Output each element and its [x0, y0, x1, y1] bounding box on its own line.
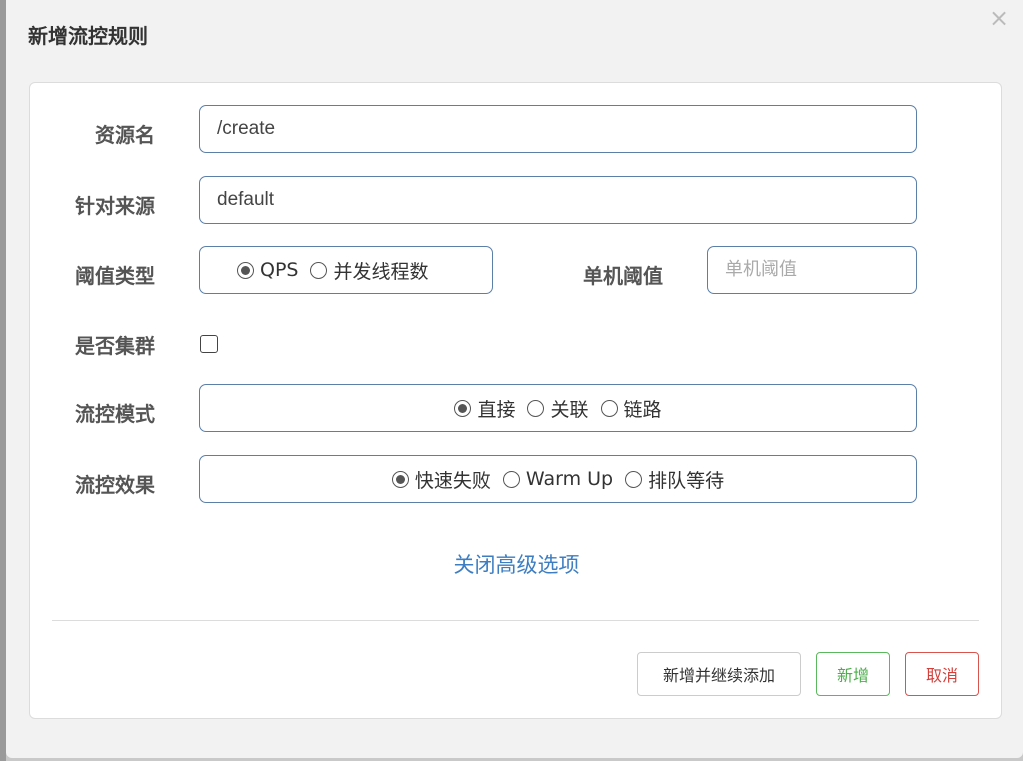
close-icon[interactable]: × — [987, 4, 1011, 32]
radio-option-queue[interactable]: 排队等待 — [625, 466, 724, 493]
control-mode-group: 直接 关联 链路 — [199, 384, 917, 432]
radio-direct-icon[interactable] — [454, 399, 472, 417]
origin-input[interactable] — [199, 176, 917, 224]
form-panel: 资源名 针对来源 阈值类型 QPS 并发线程数 单机阈值 是否集群 — [29, 82, 1002, 719]
radio-queue-label: 排队等待 — [648, 469, 725, 492]
threshold-type-label: 阈值类型 — [75, 264, 155, 288]
modal-title: 新增流控规则 — [28, 24, 148, 48]
add-button[interactable]: 新增 — [816, 652, 890, 696]
radio-option-direct[interactable]: 直接 — [454, 395, 515, 422]
radio-warm-up-label: Warm Up — [525, 468, 614, 490]
radio-qps-icon[interactable] — [237, 261, 254, 279]
resource-label: 资源名 — [95, 123, 155, 147]
radio-fast-fail-label: 快速失败 — [414, 469, 491, 492]
flow-rule-modal: 新增流控规则 × 资源名 针对来源 阈值类型 QPS 并发线程数 单机阈值 — [6, 0, 1023, 758]
origin-label: 针对来源 — [75, 194, 155, 218]
cluster-checkbox[interactable] — [200, 335, 218, 353]
resource-input[interactable] — [199, 105, 917, 153]
radio-option-relate[interactable]: 关联 — [527, 395, 589, 422]
radio-option-qps[interactable]: QPS — [237, 259, 298, 281]
add-and-continue-button[interactable]: 新增并继续添加 — [637, 652, 801, 696]
radio-threads-label: 并发线程数 — [333, 260, 429, 283]
cluster-label: 是否集群 — [75, 334, 155, 358]
single-threshold-input[interactable] — [707, 246, 917, 294]
radio-option-fast-fail[interactable]: 快速失败 — [391, 466, 491, 493]
radio-relate-icon[interactable] — [527, 399, 545, 417]
radio-chain-label: 链路 — [623, 398, 662, 421]
control-mode-label: 流控模式 — [75, 402, 155, 426]
cancel-button[interactable]: 取消 — [905, 652, 979, 696]
threshold-type-group: QPS 并发线程数 — [199, 246, 493, 294]
advanced-options-toggle[interactable]: 关闭高级选项 — [30, 549, 1003, 579]
control-effect-label: 流控效果 — [75, 473, 155, 497]
radio-relate-label: 关联 — [550, 398, 589, 421]
radio-option-warm-up[interactable]: Warm Up — [502, 468, 614, 490]
radio-threads-icon[interactable] — [310, 261, 328, 279]
radio-chain-icon[interactable] — [600, 399, 618, 417]
control-effect-group: 快速失败 Warm Up 排队等待 — [199, 455, 917, 503]
radio-option-threads[interactable]: 并发线程数 — [310, 257, 429, 284]
footer-divider — [52, 620, 979, 621]
radio-queue-icon[interactable] — [625, 470, 643, 488]
radio-fast-fail-icon[interactable] — [391, 470, 409, 488]
radio-direct-label: 直接 — [477, 398, 516, 421]
radio-qps-label: QPS — [260, 259, 299, 281]
radio-warm-up-icon[interactable] — [502, 470, 520, 488]
radio-option-chain[interactable]: 链路 — [600, 395, 662, 422]
single-threshold-label: 单机阈值 — [583, 264, 663, 288]
